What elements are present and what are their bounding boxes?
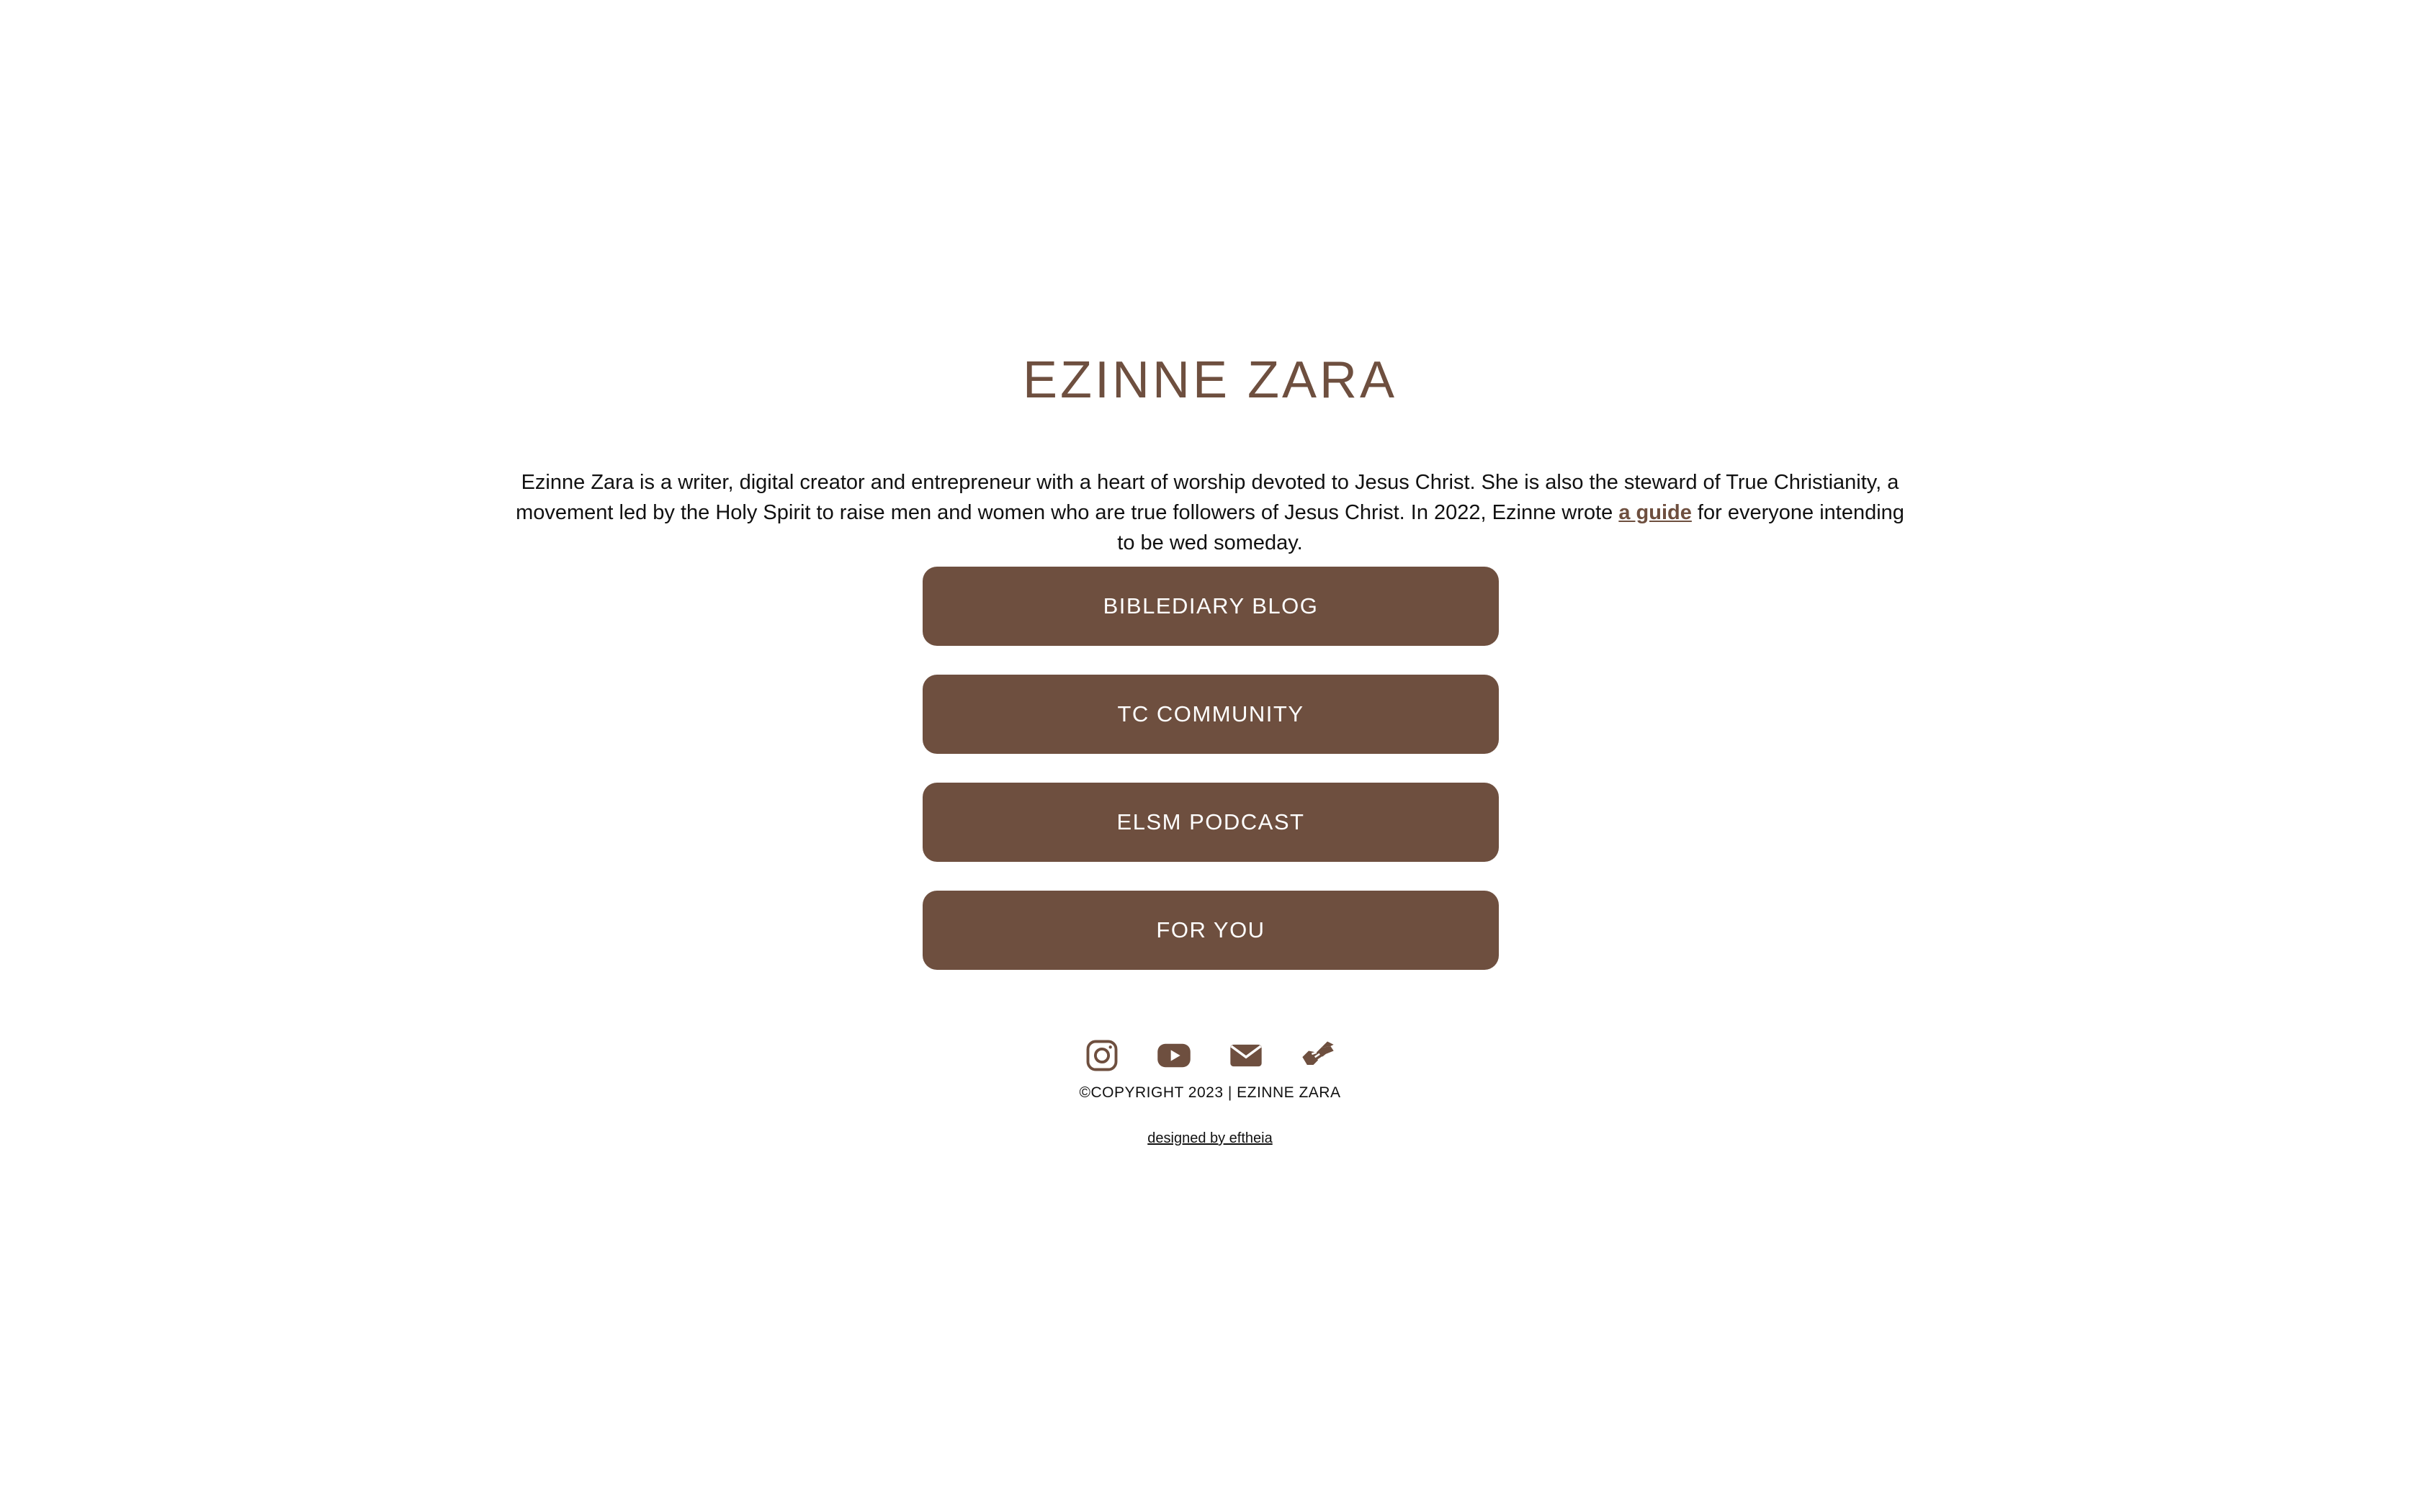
guide-link[interactable]: a guide (1618, 501, 1692, 524)
page: EZINNE ZARA Ezinne Zara is a writer, dig… (0, 0, 2420, 1512)
link-buttons: BIBLEDIARY BLOG TC COMMUNITY ELSM PODCAS… (923, 567, 1499, 999)
page-title: EZINNE ZARA (1022, 351, 1398, 409)
intro-paragraph: Ezinne Zara is a writer, digital creator… (504, 467, 1916, 558)
copyright-text: ©COPYRIGHT 2023 | EZINNE ZARA (1079, 1084, 1341, 1101)
bible-diary-blog-button[interactable]: BIBLEDIARY BLOG (923, 567, 1499, 646)
instagram-icon[interactable] (1083, 1037, 1121, 1074)
for-you-button[interactable]: FOR YOU (923, 891, 1499, 970)
designed-by: designed by eftheia (0, 1130, 2420, 1147)
designed-by-link[interactable]: designed by eftheia (1147, 1130, 1272, 1146)
youtube-icon[interactable] (1155, 1037, 1193, 1074)
handshake-icon[interactable] (1299, 1037, 1337, 1074)
envelope-icon[interactable] (1227, 1037, 1265, 1074)
social-links (0, 1037, 2420, 1074)
elsm-podcast-button[interactable]: ELSM PODCAST (923, 783, 1499, 862)
tc-community-button[interactable]: TC COMMUNITY (923, 675, 1499, 754)
